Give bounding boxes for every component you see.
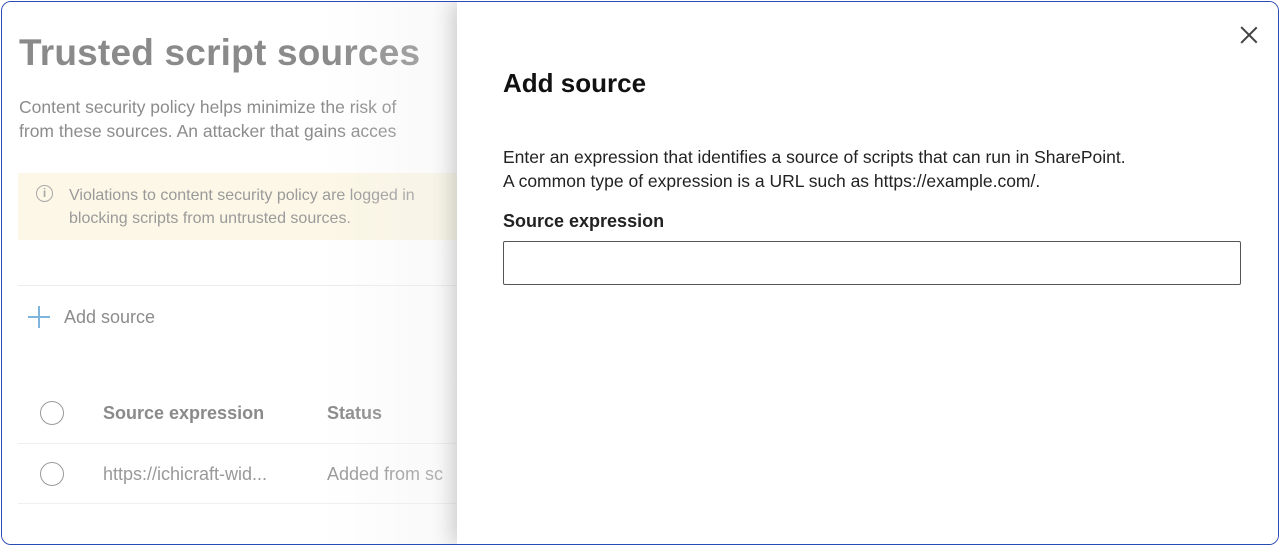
column-header-source-expression[interactable]: Source expression xyxy=(103,403,264,424)
notice-line: Violations to content security policy ar… xyxy=(69,187,415,204)
source-expression-label: Source expression xyxy=(503,211,665,231)
close-icon[interactable] xyxy=(1238,24,1260,46)
notice-line: blocking scripts from untrusted sources. xyxy=(69,210,351,227)
panel-description: Enter an expression that identifies a so… xyxy=(503,145,1126,193)
panel-title: Add source xyxy=(503,68,647,98)
source-expression-input[interactable] xyxy=(503,241,1241,285)
page-title: Trusted script sources xyxy=(19,32,421,73)
panel-description-line: A common type of expression is a URL suc… xyxy=(503,171,1041,191)
add-source-panel: Add source Enter an expression that iden… xyxy=(457,2,1278,544)
info-icon: i xyxy=(36,185,53,202)
plus-icon xyxy=(27,305,51,329)
row-source-expression: https://ichicraft-wid... xyxy=(103,464,268,484)
app-frame: Trusted script sources Content security … xyxy=(1,1,1279,545)
add-source-button[interactable]: Add source xyxy=(27,303,155,331)
add-source-label: Add source xyxy=(64,306,156,327)
panel-description-line: Enter an expression that identifies a so… xyxy=(503,147,1126,167)
row-select-radio[interactable] xyxy=(40,462,64,486)
row-status: Added from sc xyxy=(327,464,444,484)
select-all-radio[interactable] xyxy=(40,401,64,425)
column-header-status[interactable]: Status xyxy=(327,403,382,424)
notice-text: Violations to content security policy ar… xyxy=(69,184,415,230)
